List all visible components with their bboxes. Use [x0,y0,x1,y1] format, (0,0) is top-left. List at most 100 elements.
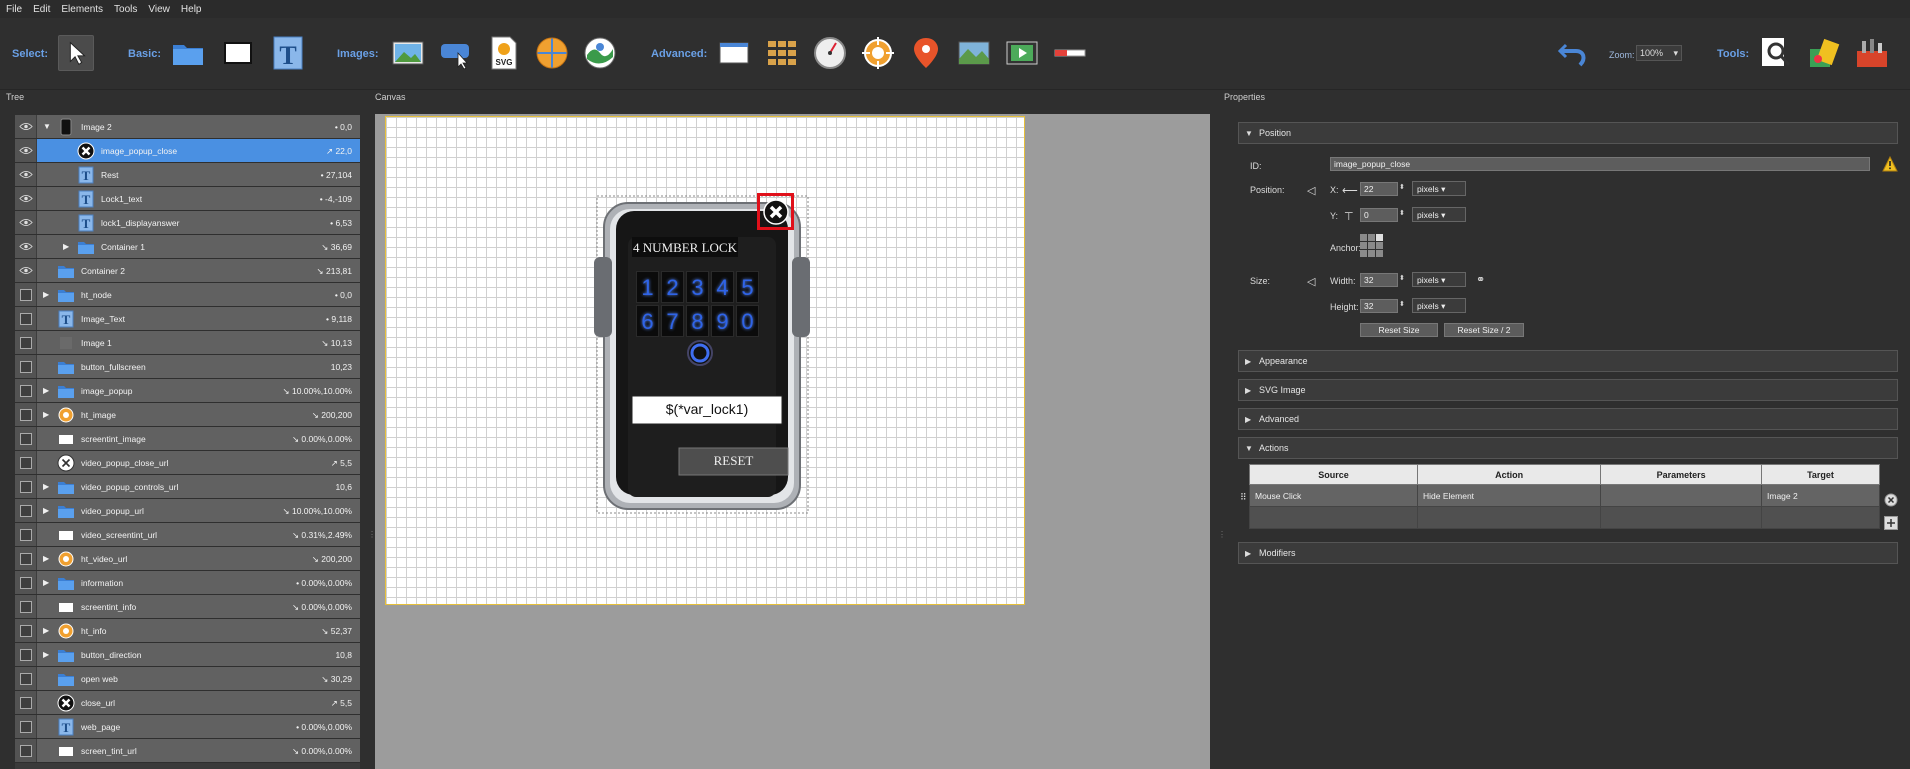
width-field[interactable]: 32 [1360,273,1398,287]
menu-help[interactable]: Help [181,4,202,15]
tree-row[interactable]: video_screentint_url ↘ 0.31%,2.49% [15,523,360,547]
visibility-checkbox[interactable] [15,619,37,642]
chevron-right-icon[interactable]: ▶ [43,626,51,636]
link-position-icon[interactable]: ◁ [1307,184,1315,197]
visibility-checkbox[interactable] [15,403,37,426]
chevron-right-icon[interactable]: ▶ [43,554,51,564]
add-action-icon[interactable] [1884,516,1898,530]
visibility-checkbox[interactable] [15,571,37,594]
rectangle-tool-button[interactable] [220,35,256,71]
visibility-checkbox[interactable] [15,715,37,738]
y-unit-select[interactable]: pixels ▾ [1412,207,1466,222]
height-field[interactable]: 32 [1360,299,1398,313]
tree-row[interactable]: ▶ Container 1 ↘ 36,69 [15,235,360,259]
lottie-tool-button[interactable] [534,35,570,71]
visibility-eye-icon[interactable] [15,259,37,282]
key-0[interactable]: 0 [736,305,759,337]
y-spinner[interactable]: ⬍ [1399,209,1405,217]
visibility-checkbox[interactable] [15,523,37,546]
chevron-right-icon[interactable]: ▶ [43,578,51,588]
key-2[interactable]: 2 [661,271,684,303]
tree-row[interactable]: button_fullscreen 10,23 [15,355,360,379]
reset-size-button[interactable]: Reset Size [1360,323,1438,337]
hotspot-tool-button[interactable] [860,35,896,71]
key-3[interactable]: 3 [686,271,709,303]
actions-section-header[interactable]: ▼ Actions [1238,437,1898,459]
reset-button[interactable]: RESET [679,453,788,469]
undo-button[interactable] [1556,35,1592,71]
tree-row[interactable]: T Image_Text • 9,118 [15,307,360,331]
inspect-tool-button[interactable] [1758,35,1794,71]
cell-target[interactable]: Image 2 [1761,484,1880,507]
toolbox-tool-button[interactable] [1854,35,1890,71]
stage-grid[interactable]: 4 NUMBER LOCK 1 2 3 4 5 6 7 8 9 0 $(*var… [385,116,1025,605]
key-6[interactable]: 6 [636,305,659,337]
chevron-right-icon[interactable]: ▶ [43,290,51,300]
visibility-checkbox[interactable] [15,355,37,378]
table-row[interactable]: Mouse Click Hide Element Image 2 [1248,484,1880,507]
cell-action[interactable]: Hide Element [1417,484,1602,507]
tree-row[interactable]: ▶ ht_node • 0,0 [15,283,360,307]
visibility-checkbox[interactable] [15,499,37,522]
visibility-checkbox[interactable] [15,331,37,354]
tree-row[interactable]: ▶ information • 0.00%,0.00% [15,571,360,595]
chevron-right-icon[interactable]: ▶ [63,242,71,252]
visibility-checkbox[interactable] [15,307,37,330]
tree-row[interactable]: Image 1 ↘ 10,13 [15,331,360,355]
link-size-icon[interactable]: ◁ [1307,275,1315,288]
visibility-eye-icon[interactable] [15,187,37,210]
tree-row[interactable]: ▶ ht_video_url ↘ 200,200 [15,547,360,571]
visibility-checkbox[interactable] [15,475,37,498]
height-spinner[interactable]: ⬍ [1399,300,1405,308]
chevron-right-icon[interactable]: ▶ [43,482,51,492]
visibility-checkbox[interactable] [15,595,37,618]
visibility-checkbox[interactable] [15,379,37,402]
tree-row[interactable]: close_url ↗ 5,5 [15,691,360,715]
tree-row[interactable]: ▶ ht_image ↘ 200,200 [15,403,360,427]
chevron-right-icon[interactable]: ▶ [43,410,51,420]
reset-size-half-button[interactable]: Reset Size / 2 [1444,323,1524,337]
link-chain-icon[interactable]: ⚭ [1476,273,1485,286]
visibility-checkbox[interactable] [15,451,37,474]
container-tool-button[interactable] [170,35,206,71]
zoom-select[interactable]: 100% ▾ [1636,45,1682,61]
menu-elements[interactable]: Elements [61,4,103,15]
tree-row[interactable]: Tlock1_displayanswer • 6,53 [15,211,360,235]
map-tool-button[interactable] [956,35,992,71]
visibility-checkbox[interactable] [15,691,37,714]
visibility-checkbox[interactable] [15,667,37,690]
drag-handle-icon[interactable]: ⠿ [1240,492,1247,503]
tree-row[interactable]: ▶ image_popup ↘ 10.00%,10.00% [15,379,360,403]
table-row-empty[interactable] [1248,506,1880,529]
visibility-eye-icon[interactable] [15,163,37,186]
appearance-section-header[interactable]: ▶ Appearance [1238,350,1898,372]
visibility-eye-icon[interactable] [15,115,37,138]
anchor-grid-icon[interactable] [1360,234,1384,258]
window-tool-button[interactable] [716,35,752,71]
text-tool-button[interactable]: T [270,35,306,71]
splitter-handle-right[interactable]: ⋮ [1218,530,1226,539]
svg-image-section-header[interactable]: ▶ SVG Image [1238,379,1898,401]
image-tool-button[interactable] [390,35,426,71]
menu-tools[interactable]: Tools [114,4,137,15]
x-field[interactable]: 22 [1360,182,1398,196]
tree-row[interactable]: ▶ button_direction 10,8 [15,643,360,667]
key-8[interactable]: 8 [686,305,709,337]
height-unit-select[interactable]: pixels ▾ [1412,298,1466,313]
tree-row[interactable]: screentint_info ↘ 0.00%,0.00% [15,595,360,619]
visibility-eye-icon[interactable] [15,139,37,162]
tree-row[interactable]: T Rest • 27,104 [15,163,360,187]
y-field[interactable]: 0 [1360,208,1398,222]
key-7[interactable]: 7 [661,305,684,337]
visibility-checkbox[interactable] [15,547,37,570]
cell-empty[interactable] [1417,506,1602,529]
tree-row[interactable]: screen_tint_url ↘ 0.00%,0.00% [15,739,360,763]
key-4[interactable]: 4 [711,271,734,303]
position-section-header[interactable]: ▼ Position [1238,122,1898,144]
progress-tool-button[interactable] [1052,35,1088,71]
canvas-area[interactable]: 4 NUMBER LOCK 1 2 3 4 5 6 7 8 9 0 $(*var… [375,114,1210,769]
width-unit-select[interactable]: pixels ▾ [1412,272,1466,287]
cell-empty[interactable] [1761,506,1880,529]
chevron-right-icon[interactable]: ▶ [43,506,51,516]
chevron-right-icon[interactable]: ▶ [43,650,51,660]
